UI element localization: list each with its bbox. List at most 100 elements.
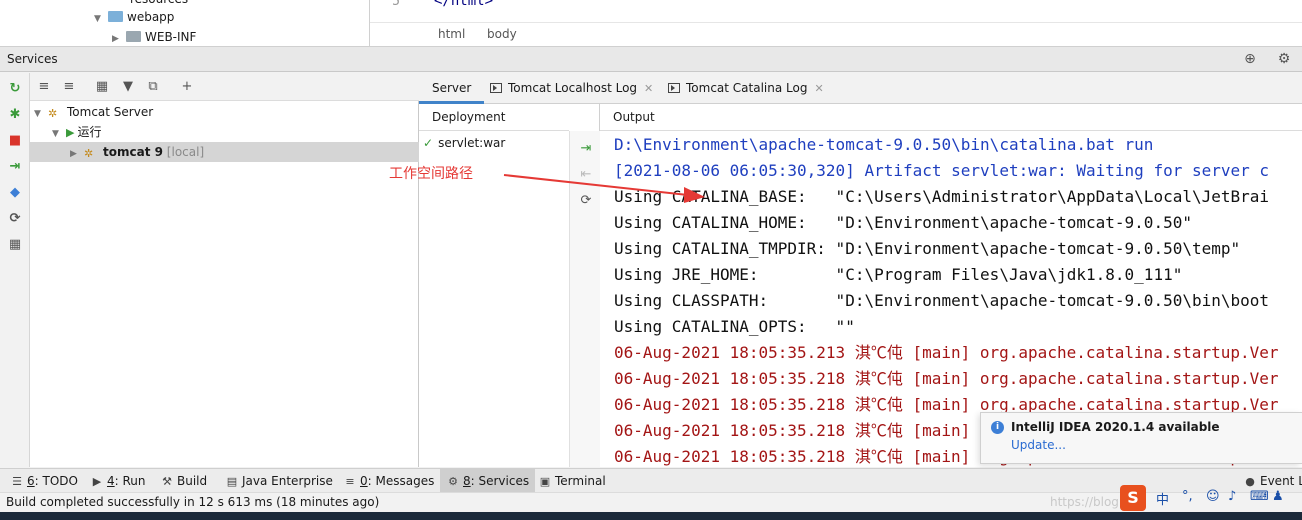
tree-item-suffix: [local] bbox=[166, 145, 205, 159]
deployment-item[interactable]: ✓ servlet:war bbox=[423, 136, 505, 150]
notification-title: IntelliJ IDEA 2020.1.4 available bbox=[1011, 420, 1220, 434]
breadcrumb-item-html[interactable]: html bbox=[438, 27, 465, 41]
refresh-icon[interactable]: ⟳ bbox=[7, 211, 23, 227]
layout-icon[interactable]: ▦ bbox=[7, 237, 23, 253]
run-icon: ▶ bbox=[92, 475, 102, 488]
breadcrumb-item-body[interactable]: body bbox=[487, 27, 517, 41]
group-icon[interactable]: ▦ bbox=[94, 79, 110, 95]
console-line: Using CATALINA_HOME: "D:\Environment\apa… bbox=[614, 213, 1192, 232]
crosshair-icon[interactable]: ⊕ bbox=[1242, 51, 1258, 67]
code-line[interactable]: </html> bbox=[434, 0, 493, 9]
expand-all-icon[interactable]: ≡ bbox=[36, 79, 52, 95]
tab-label: Server bbox=[432, 81, 472, 95]
console-line: Using CLASSPATH: "D:\Environment\apache-… bbox=[614, 291, 1270, 310]
tree-item-label: webapp bbox=[127, 10, 175, 24]
chevron-right-icon[interactable]: ▶ bbox=[70, 144, 84, 164]
tab-tomcat-catalina-log[interactable]: Tomcat Catalina Log ✕ bbox=[668, 73, 824, 104]
tool-window-java-enterprise[interactable]: ▤ Java Enterprise bbox=[225, 469, 333, 493]
tab-label: Tomcat Catalina Log bbox=[686, 81, 808, 95]
new-tab-icon[interactable]: ⧉ bbox=[145, 79, 161, 95]
tool-window-bar: ☰ 6: TODO ▶ 4: Run ⚒ Build ▤ Java Enterprise… bbox=[0, 468, 1302, 493]
tree-item-label: WEB-INF bbox=[145, 30, 197, 44]
update-link[interactable]: Update... bbox=[1011, 438, 1066, 452]
chevron-down-icon[interactable]: ▼ bbox=[52, 124, 66, 144]
console-icon bbox=[490, 83, 502, 93]
console-line: 06-Aug-2021 18:05:35.213 淇℃伅 [main] org.… bbox=[614, 343, 1279, 362]
artifact-icon[interactable]: ◆ bbox=[7, 185, 23, 201]
watermark: https://blog bbox=[1050, 495, 1119, 509]
tab-server[interactable]: Server bbox=[419, 73, 485, 104]
web-folder-icon bbox=[108, 11, 123, 22]
tool-window-terminal[interactable]: ▣ Terminal bbox=[538, 469, 606, 493]
console-icon bbox=[668, 83, 680, 93]
gear-icon[interactable]: ⚙ bbox=[1276, 51, 1292, 67]
chevron-down-icon[interactable]: ▼ bbox=[34, 104, 48, 124]
keyboard-icon[interactable]: ⌨ bbox=[1250, 489, 1269, 504]
services-detail-panel: Server Tomcat Localhost Log ✕ Tomcat Cata… bbox=[419, 73, 1302, 467]
tree-item-resources[interactable]: resources bbox=[130, 0, 188, 8]
output-header: Output bbox=[600, 104, 1302, 131]
project-tree: resources ▼ webapp ▶ WEB-INF bbox=[0, 0, 370, 47]
tree-item-tomcat-9[interactable]: ▶ ✲ tomcat 9 [local] bbox=[30, 142, 419, 162]
tree-item-running[interactable]: ▼ ▶ 运行 bbox=[30, 122, 419, 142]
tree-item-web-inf[interactable]: ▶ WEB-INF bbox=[112, 28, 196, 46]
add-icon[interactable]: + bbox=[179, 79, 195, 95]
list-icon: ☰ bbox=[12, 475, 22, 488]
tool-window-services[interactable]: ⚙ 8: Services bbox=[440, 469, 536, 493]
editor-area[interactable]: 5 </html> html body bbox=[370, 0, 1302, 47]
tab-label: Tomcat Localhost Log bbox=[508, 81, 638, 95]
java-enterprise-icon: ▤ bbox=[226, 475, 238, 488]
tomcat-icon: ✲ bbox=[84, 147, 94, 160]
stop-icon[interactable]: ■ bbox=[7, 133, 23, 149]
tree-item-label: resources bbox=[130, 0, 188, 6]
rerun-icon[interactable]: ↻ bbox=[7, 81, 23, 97]
deploy-icon[interactable]: ⇥ bbox=[578, 141, 594, 157]
tab-tomcat-localhost-log[interactable]: Tomcat Localhost Log ✕ bbox=[490, 73, 653, 104]
deployment-item-label: servlet:war bbox=[438, 136, 506, 150]
services-side-toolbar: ↻ ✱ ■ ⇥ ◆ ⟳ ▦ bbox=[0, 73, 30, 467]
line-number: 5 bbox=[392, 0, 400, 9]
console-line: 06-Aug-2021 18:05:35.218 淇℃伅 [main] org.… bbox=[614, 369, 1279, 388]
chevron-down-icon[interactable]: ▼ bbox=[94, 10, 108, 28]
emoji-icon[interactable]: ☺ bbox=[1206, 489, 1220, 504]
build-status: Build completed successfully in 12 s 613… bbox=[6, 495, 380, 509]
hammer-icon: ⚒ bbox=[162, 475, 172, 488]
close-icon[interactable]: ✕ bbox=[644, 82, 653, 95]
breadcrumb: html body bbox=[370, 22, 1302, 46]
tree-item-tomcat-server[interactable]: ▼ ✲ Tomcat Server bbox=[30, 102, 419, 122]
tool-window-todo[interactable]: ☰ 6: TODO bbox=[10, 469, 78, 493]
chevron-right-icon[interactable]: ▶ bbox=[112, 30, 126, 46]
tool-window-run[interactable]: ▶ 4: Run bbox=[90, 469, 146, 493]
update-notification[interactable]: i IntelliJ IDEA 2020.1.4 available Updat… bbox=[980, 412, 1302, 464]
ide-window: resources ▼ webapp ▶ WEB-INF 5 </html> htm… bbox=[0, 0, 1302, 520]
tool-window-messages[interactable]: ≡ 0: Messages bbox=[343, 469, 434, 493]
punctuation-icon[interactable]: °, bbox=[1182, 489, 1193, 504]
collapse-all-icon[interactable]: ≡ bbox=[61, 79, 77, 95]
services-tree-panel: ≡ ≡ ▦ ▼ ⧉ + ▼ ✲ Tomcat Server ▼ ▶ 运行 ▶ ✲ tomca… bbox=[30, 73, 419, 467]
os-taskbar bbox=[0, 512, 1302, 520]
debug-icon[interactable]: ✱ bbox=[7, 107, 23, 123]
deployment-pane: Deployment ✓ servlet:war ⇥ ⇤ ⟳ bbox=[419, 104, 600, 467]
tree-item-webapp[interactable]: ▼ webapp bbox=[94, 8, 174, 26]
run-icon: ▶ bbox=[66, 126, 75, 139]
ime-language[interactable]: 中 bbox=[1156, 489, 1169, 508]
skin-icon[interactable]: ♟ bbox=[1272, 489, 1284, 504]
ime-toolbar[interactable]: S 中 °, ☺ ♪ ⌨ ♟ bbox=[1120, 485, 1302, 511]
deploy-icon[interactable]: ⇥ bbox=[7, 159, 23, 175]
folder-icon bbox=[126, 31, 141, 42]
sogou-ime-icon[interactable]: S bbox=[1120, 485, 1146, 511]
console-line: Using CATALINA_OPTS: "" bbox=[614, 317, 855, 336]
tool-window-build[interactable]: ⚒ Build bbox=[160, 469, 207, 493]
services-header: Services ⊕ ⚙ bbox=[0, 47, 1302, 72]
services-icon: ⚙ bbox=[448, 475, 458, 488]
check-icon: ✓ bbox=[423, 136, 434, 150]
console-line: Using CATALINA_TMPDIR: "D:\Environment\a… bbox=[614, 239, 1241, 258]
services-tree-toolbar: ≡ ≡ ▦ ▼ ⧉ + bbox=[30, 73, 419, 101]
close-icon[interactable]: ✕ bbox=[814, 82, 823, 95]
tab-bar: Server Tomcat Localhost Log ✕ Tomcat Cata… bbox=[419, 73, 1302, 104]
console-line: D:\Environment\apache-tomcat-9.0.50\bin\… bbox=[614, 135, 1154, 154]
console-line: Using JRE_HOME: "C:\Program Files\Java\j… bbox=[614, 265, 1183, 284]
tomcat-icon: ✲ bbox=[48, 107, 58, 120]
microphone-icon[interactable]: ♪ bbox=[1228, 489, 1236, 504]
filter-icon[interactable]: ▼ bbox=[120, 79, 136, 95]
